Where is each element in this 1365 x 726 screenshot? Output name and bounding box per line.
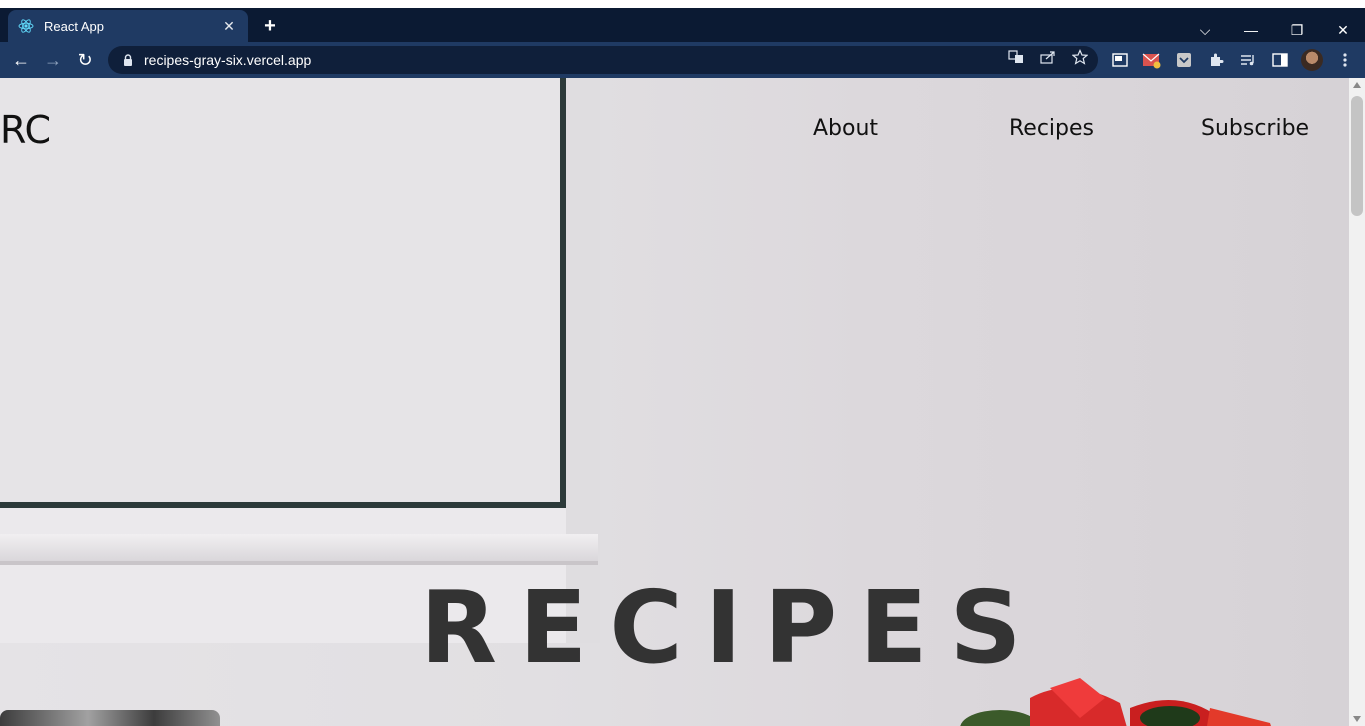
forward-button[interactable]: → — [40, 48, 66, 72]
tab-close-icon[interactable]: ✕ — [220, 17, 238, 35]
scroll-thumb[interactable] — [1351, 96, 1363, 216]
pip-icon[interactable] — [1110, 50, 1130, 70]
new-tab-button[interactable]: + — [258, 15, 282, 37]
hero-frame-line — [0, 502, 566, 508]
nav-link-about[interactable]: About — [813, 116, 878, 141]
hero-fruit-image — [960, 678, 1271, 726]
extensions-icon[interactable] — [1206, 50, 1226, 70]
hero-frame-panel — [0, 78, 560, 502]
more-icon[interactable] — [1335, 50, 1355, 70]
react-icon — [18, 18, 34, 34]
hero-frame-shadow — [0, 561, 598, 565]
url-text: recipes-gray-six.vercel.app — [144, 52, 312, 68]
side-panel-icon[interactable] — [1270, 50, 1290, 70]
star-icon[interactable] — [1069, 48, 1091, 66]
profile-avatar[interactable] — [1301, 49, 1323, 71]
minimize-button[interactable]: — — [1228, 16, 1274, 44]
scroll-down-icon[interactable] — [1353, 716, 1361, 722]
tab-bar: React App ✕ + ⌵ — ❐ ✕ — [0, 8, 1365, 42]
mail-icon[interactable] — [1142, 50, 1162, 70]
address-bar[interactable]: recipes-gray-six.vercel.app — [108, 46, 1098, 74]
browser-toolbar: ← → ↻ recipes-gray-six.vercel.app — [0, 42, 1365, 78]
tab-react-app[interactable]: React App ✕ — [8, 10, 248, 42]
back-button[interactable]: ← — [8, 48, 34, 72]
restore-button[interactable]: ❐ — [1274, 16, 1320, 44]
tab-search-chevron-icon[interactable]: ⌵ — [1182, 16, 1228, 44]
reload-button[interactable]: ↻ — [72, 48, 98, 72]
hero-frame-edge — [0, 534, 598, 564]
window-top-strip — [0, 0, 1365, 8]
page-scrollbar[interactable] — [1349, 78, 1365, 726]
hero-bowl-decoration — [0, 710, 220, 726]
scroll-up-icon[interactable] — [1353, 82, 1361, 88]
nav-link-recipes[interactable]: Recipes — [1009, 116, 1094, 141]
site-logo[interactable]: RC — [0, 108, 51, 152]
translate-icon[interactable] — [1005, 48, 1027, 66]
page-viewport: RC About Recipes Subscribe RECIPES — [0, 78, 1349, 726]
hero-title: RECIPES — [420, 569, 1044, 686]
tab-title: React App — [44, 18, 104, 34]
nav-link-subscribe[interactable]: Subscribe — [1201, 116, 1309, 141]
reading-list-icon[interactable] — [1238, 50, 1258, 70]
share-icon[interactable] — [1037, 48, 1059, 66]
lock-icon[interactable] — [122, 53, 134, 67]
close-window-button[interactable]: ✕ — [1320, 16, 1365, 44]
hero-frame-line — [560, 78, 566, 508]
pocket-icon[interactable] — [1174, 50, 1194, 70]
